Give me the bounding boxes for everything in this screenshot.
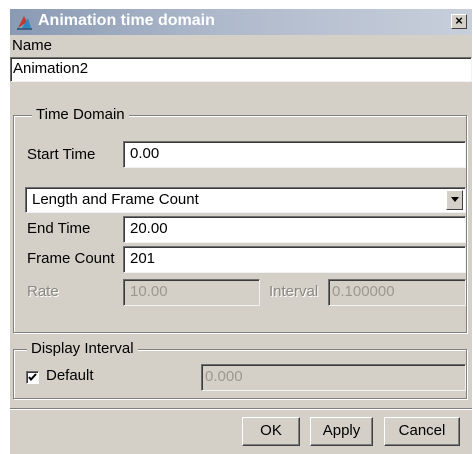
cancel-label: Cancel bbox=[398, 422, 446, 439]
frame-count-label: Frame Count bbox=[27, 250, 115, 267]
display-interval-input: 0.000 bbox=[201, 364, 466, 391]
dialog-window: Animation time domain × Name Animation2 … bbox=[10, 9, 472, 454]
frame-count-input[interactable]: 201 bbox=[123, 246, 466, 273]
cancel-button[interactable]: Cancel bbox=[384, 417, 460, 446]
apply-button[interactable]: Apply bbox=[310, 417, 373, 446]
interval-value: 0.100000 bbox=[332, 283, 395, 300]
chevron-down-icon bbox=[451, 197, 459, 202]
default-checkbox[interactable] bbox=[26, 371, 39, 384]
time-mode-selected: Length and Frame Count bbox=[32, 191, 199, 208]
default-label: Default bbox=[46, 367, 94, 384]
button-separator bbox=[10, 408, 472, 410]
name-label: Name bbox=[12, 37, 53, 54]
end-time-input[interactable]: 20.00 bbox=[123, 216, 466, 243]
rate-value: 10.00 bbox=[130, 283, 168, 300]
close-icon: × bbox=[455, 13, 463, 28]
rate-label: Rate bbox=[27, 283, 59, 300]
title-bar[interactable]: Animation time domain × bbox=[10, 9, 472, 35]
end-time-label: End Time bbox=[27, 220, 91, 237]
dropdown-button[interactable] bbox=[446, 190, 463, 210]
dialog-title: Animation time domain bbox=[38, 12, 215, 29]
ok-label: OK bbox=[260, 422, 282, 439]
display-interval-group-label: Display Interval bbox=[27, 340, 138, 357]
animation-app-icon bbox=[16, 14, 33, 30]
interval-input: 0.100000 bbox=[328, 279, 466, 306]
frame-count-value: 201 bbox=[130, 250, 156, 267]
apply-label: Apply bbox=[322, 422, 361, 439]
interval-label: Interval bbox=[269, 283, 319, 300]
start-time-label: Start Time bbox=[27, 146, 96, 163]
name-field[interactable]: Animation2 bbox=[10, 57, 472, 82]
time-mode-select[interactable]: Length and Frame Count bbox=[25, 187, 466, 213]
name-value: Animation2 bbox=[13, 60, 89, 77]
display-interval-value: 0.000 bbox=[205, 368, 243, 385]
rate-input: 10.00 bbox=[123, 279, 260, 306]
start-time-input[interactable]: 0.00 bbox=[123, 141, 466, 168]
time-domain-group-label: Time Domain bbox=[32, 106, 129, 123]
start-time-value: 0.00 bbox=[130, 145, 160, 162]
ok-button[interactable]: OK bbox=[242, 417, 300, 446]
close-button[interactable]: × bbox=[451, 14, 467, 29]
end-time-value: 20.00 bbox=[130, 220, 168, 237]
checkmark-icon bbox=[28, 373, 37, 382]
